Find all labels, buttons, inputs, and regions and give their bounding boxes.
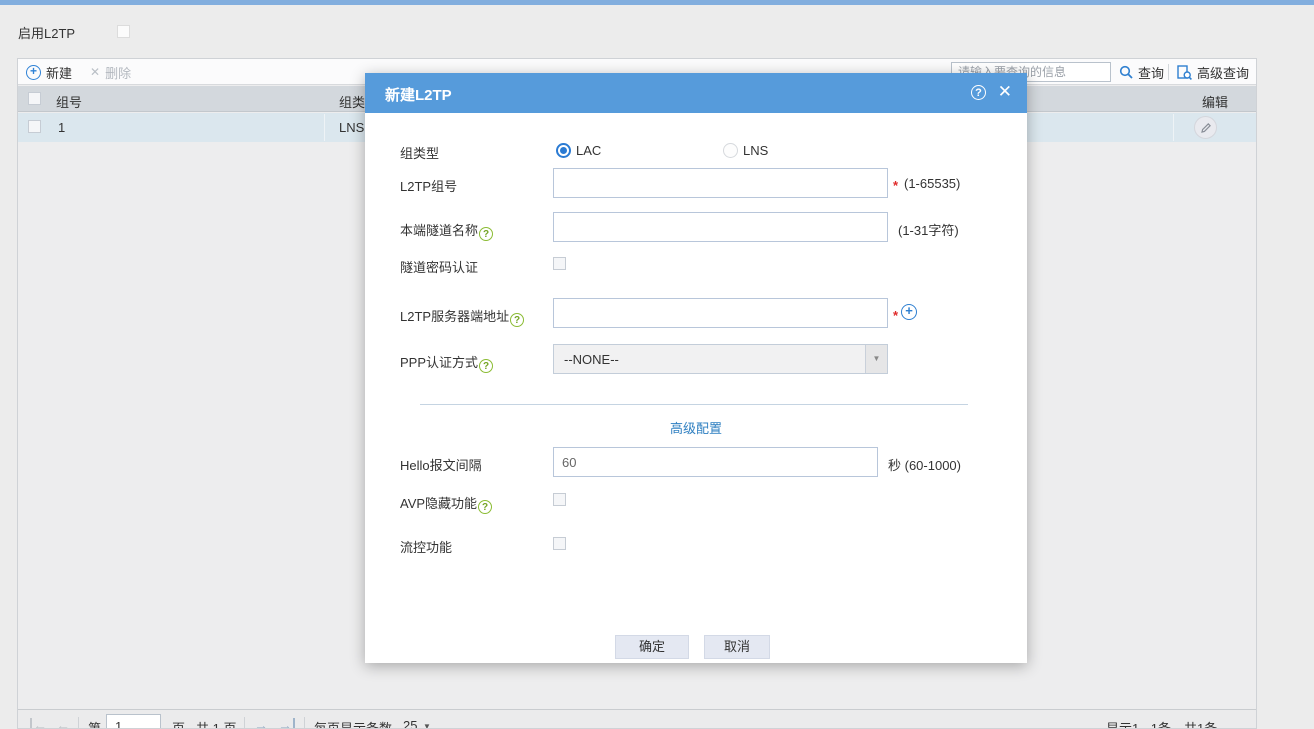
row-checkbox[interactable] [28,120,41,133]
advanced-query-button-label: 高级查询 [1197,65,1250,81]
pager-separator [304,717,305,728]
row-edit-button[interactable] [1194,116,1217,139]
hello-interval-label: Hello报文间隔 [400,458,482,473]
per-page-label: 每页显示条数 [314,721,393,729]
tunnel-name-input[interactable] [553,212,888,242]
first-page-icon[interactable]: ← [30,718,47,728]
delete-x-icon: ✕ [90,65,101,79]
page-unit-label: 页 [172,721,186,729]
pagination-summary: 显示1 - 1条，共1条 [1106,721,1218,729]
column-edit: 编辑 [1201,95,1228,110]
last-page-icon[interactable]: → [278,718,295,728]
total-pages-label: 共 1 页 [196,721,237,729]
flow-control-checkbox[interactable] [553,537,566,550]
query-button[interactable]: 查询 [1119,63,1164,81]
page-prefix-label: 第 [88,721,102,729]
ppp-auth-select[interactable]: --NONE-- ▼ [553,344,888,374]
page-number-input[interactable] [106,714,161,728]
advanced-config-link[interactable]: 高级配置 [365,418,1027,437]
per-page-caret-icon[interactable]: ▼ [423,722,431,728]
help-icon[interactable]: ? [479,359,494,373]
toolbar-separator [1168,64,1169,80]
radio-lns[interactable] [723,143,738,158]
per-page-select[interactable]: 25 [403,718,417,728]
server-addr-label: L2TP服务器端地址? [400,306,525,327]
dialog-help-icon[interactable]: ? [971,85,986,100]
group-type-label: 组类型 [400,146,440,161]
new-l2tp-dialog: 新建L2TP ? ✕ 组类型 LAC LNS L2TP组号 * (1-65535… [365,73,1027,663]
column-group-id: 组号 [56,95,83,110]
caret-down-icon: ▼ [872,354,881,363]
required-mark: * [893,308,899,323]
help-icon[interactable]: ? [479,227,494,241]
row-group-id: 1 [58,120,66,135]
pager-separator [78,717,79,728]
tunnel-auth-checkbox[interactable] [553,257,566,270]
row-group-type: LNS [339,120,365,135]
hello-interval-input[interactable] [553,447,878,477]
ppp-auth-value: --NONE-- [564,352,619,367]
column-divider [324,114,325,141]
group-id-label: L2TP组号 [400,179,458,194]
select-all-checkbox[interactable] [28,92,41,105]
top-accent-strip [0,0,1314,5]
hello-interval-hint: 秒 (60-1000) [888,458,961,473]
query-button-label: 查询 [1138,65,1165,81]
server-addr-input[interactable] [553,298,888,328]
add-address-icon[interactable]: + [901,304,917,320]
pager-separator [244,717,245,728]
help-icon[interactable]: ? [478,500,493,514]
plus-icon: + [26,64,41,80]
dialog-header: 新建L2TP ? ✕ [365,73,1027,113]
next-page-icon[interactable]: → [254,718,268,728]
help-icon[interactable]: ? [510,313,525,327]
new-button[interactable]: + 新建 [26,63,72,81]
ppp-auth-label: PPP认证方式? [400,352,494,373]
delete-button-label: 删除 [105,65,132,81]
tunnel-name-label: 本端隧道名称? [400,220,494,241]
enable-l2tp-label: 启用L2TP [18,26,76,41]
search-icon [1119,65,1133,79]
avp-hide-label: AVP隐藏功能? [400,493,493,514]
cancel-button[interactable]: 取消 [704,635,770,659]
pencil-icon [1200,122,1211,133]
prev-page-icon[interactable]: ← [56,718,70,728]
select-arrow-button[interactable]: ▼ [865,345,887,373]
group-id-hint: (1-65535) [904,176,961,191]
tunnel-name-hint: (1-31字符) [898,223,959,238]
tunnel-auth-label: 隧道密码认证 [400,260,479,275]
delete-button[interactable]: ✕ 删除 [90,63,131,81]
new-button-label: 新建 [46,65,73,81]
enable-l2tp-checkbox[interactable] [117,25,130,38]
advanced-search-icon [1177,64,1192,80]
dialog-title: 新建L2TP [385,87,452,104]
section-divider [420,404,968,405]
radio-lac[interactable] [556,143,571,158]
flow-control-label: 流控功能 [400,540,453,555]
avp-hide-checkbox[interactable] [553,493,566,506]
dialog-close-icon[interactable]: ✕ [998,82,1012,102]
column-divider [1173,114,1174,141]
required-mark: * [893,178,899,193]
radio-lac-label: LAC [576,143,602,158]
advanced-query-button[interactable]: 高级查询 [1177,63,1249,81]
group-id-input[interactable] [553,168,888,198]
radio-lns-label: LNS [743,143,769,158]
ok-button[interactable]: 确定 [615,635,689,659]
pagination-bar: ← ← 第 页 共 1 页 → → 每页显示条数 25 ▼ 显示1 - 1条，共… [18,709,1256,729]
